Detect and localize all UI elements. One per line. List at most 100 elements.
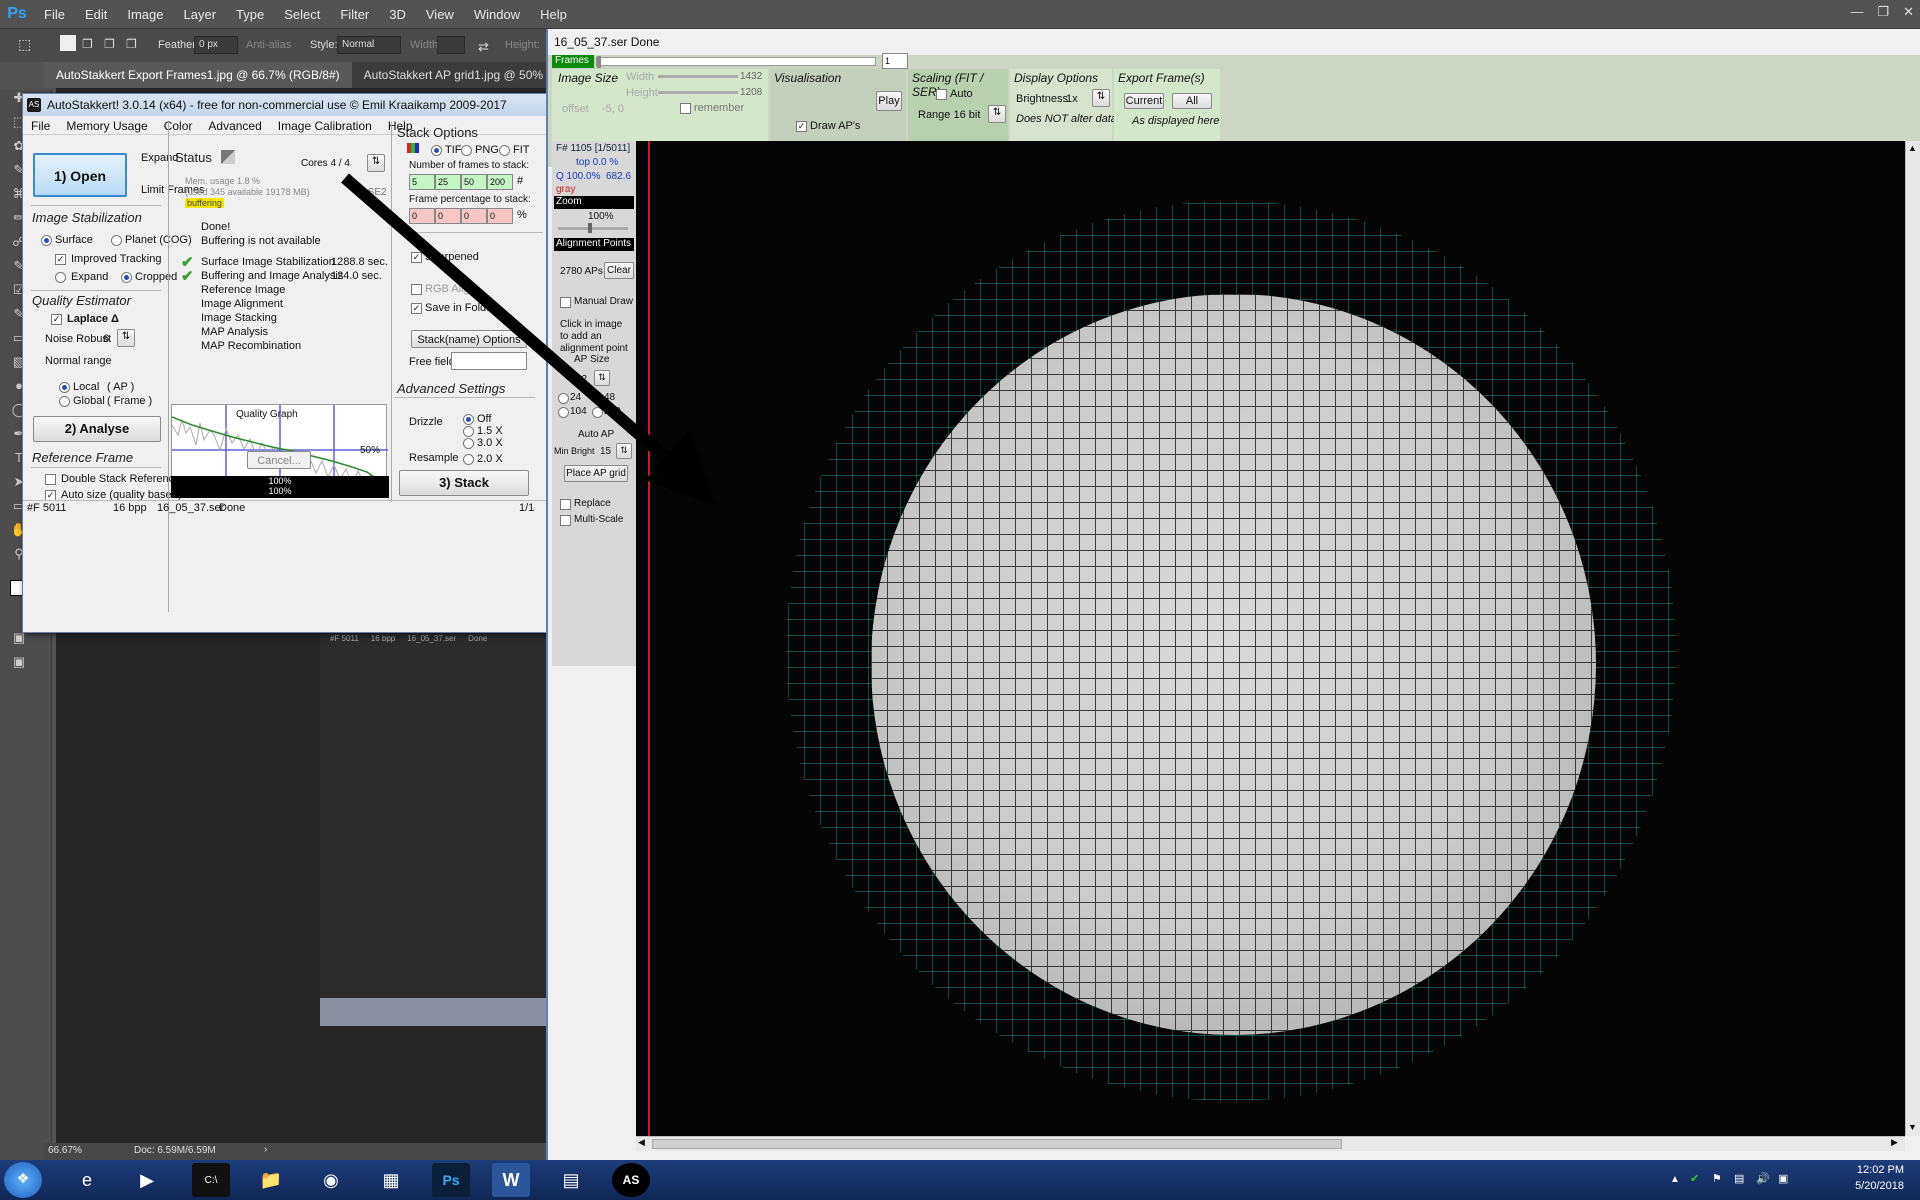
tab-export-frames[interactable]: AutoStakkert Export Frames1.jpg @ 66.7% … (44, 62, 352, 88)
free-field-input[interactable] (451, 352, 527, 370)
menu-image[interactable]: Image (117, 7, 173, 22)
tray-volume-icon[interactable]: 🔊 (1756, 1172, 1770, 1185)
replace-checkbox[interactable] (560, 499, 571, 510)
menu-view[interactable]: View (416, 7, 464, 22)
scaling-range-spinner-icon[interactable]: ⇅ (988, 105, 1006, 123)
zoom-level[interactable]: 66.67% (48, 1145, 82, 1156)
expand-radio[interactable] (55, 272, 66, 283)
ap-size-104-radio[interactable] (558, 407, 569, 418)
command-prompt-icon[interactable]: C:\ (192, 1163, 230, 1197)
surface-radio[interactable] (41, 235, 52, 246)
frames-input-2[interactable]: 25 (435, 174, 461, 190)
laplace-checkbox[interactable]: ✓ (51, 314, 62, 325)
autostakkert-taskbar-icon[interactable]: AS (612, 1163, 650, 1197)
drizzle-15-radio[interactable] (463, 426, 474, 437)
new-selection-icon[interactable] (60, 35, 76, 51)
play-button[interactable]: Play (876, 91, 902, 111)
menu-filter[interactable]: Filter (330, 7, 379, 22)
horizontal-scroll-thumb[interactable] (652, 1139, 1342, 1149)
zoom-slider[interactable] (558, 223, 628, 233)
place-ap-grid-button[interactable]: Place AP grid (564, 465, 628, 482)
style-select[interactable]: Normal (337, 36, 401, 54)
cropped-radio[interactable] (121, 272, 132, 283)
word-icon[interactable]: W (492, 1163, 530, 1197)
save-in-folders-checkbox[interactable]: ✓ (411, 303, 422, 314)
menu-window[interactable]: Window (464, 7, 530, 22)
export-current-button[interactable]: Current (1124, 93, 1164, 109)
width-input[interactable] (437, 36, 465, 54)
stack-button[interactable]: 3) Stack (399, 470, 529, 496)
calculator-icon[interactable]: ▦ (372, 1163, 410, 1197)
open-button[interactable]: 1) Open (33, 153, 127, 197)
frame-number-input[interactable]: 1 (882, 53, 908, 69)
ap-size-spinner-icon[interactable]: ⇅ (594, 370, 610, 386)
as-menu-image-calibration[interactable]: Image Calibration (270, 117, 380, 134)
as-menu-memory-usage[interactable]: Memory Usage (58, 117, 155, 134)
scroll-left-icon[interactable]: ◀ (638, 1137, 645, 1148)
percentage-input-3[interactable]: 0 (461, 208, 487, 224)
ap-size-24-radio[interactable] (558, 393, 569, 404)
frames-input-4[interactable]: 200 (487, 174, 513, 190)
scroll-right-icon[interactable]: ▶ (1891, 1137, 1898, 1148)
drizzle-off-radio[interactable] (463, 414, 474, 425)
as-menu-advanced[interactable]: Advanced (200, 117, 269, 134)
drizzle-30-radio[interactable] (463, 438, 474, 449)
cores-spinner-icon[interactable]: ⇅ (367, 154, 385, 172)
menu-help[interactable]: Help (530, 7, 577, 22)
photoshop-taskbar-icon[interactable]: Ps (432, 1163, 470, 1197)
media-player-icon[interactable]: ▶ (128, 1163, 166, 1197)
tray-check-icon[interactable]: ✔ (1690, 1172, 1699, 1185)
frames-input-3[interactable]: 50 (461, 174, 487, 190)
minimize-icon[interactable]: — (1850, 4, 1863, 20)
scroll-down-icon[interactable]: ▼ (1908, 1122, 1917, 1132)
analyse-button[interactable]: 2) Analyse (33, 416, 161, 442)
tif-radio[interactable] (431, 145, 442, 156)
start-button[interactable]: ❖ (4, 1162, 42, 1198)
intersect-selection-icon[interactable]: ❐ (126, 37, 137, 51)
tray-expand-icon[interactable]: ▲ (1670, 1174, 1680, 1185)
menu-edit[interactable]: Edit (75, 7, 117, 22)
menu-file[interactable]: File (34, 7, 75, 22)
rgb-align-checkbox[interactable] (411, 284, 422, 295)
brightness-spinner-icon[interactable]: ⇅ (1092, 89, 1110, 107)
feather-input[interactable]: 0 px (194, 36, 238, 54)
close-icon[interactable]: ✕ (1903, 4, 1914, 20)
width-slider[interactable] (658, 75, 738, 78)
percentage-input-4[interactable]: 0 (487, 208, 513, 224)
scaling-auto-checkbox[interactable] (936, 89, 947, 100)
double-stack-checkbox[interactable] (45, 474, 56, 485)
frames-input-1[interactable]: 5 (409, 174, 435, 190)
draw-aps-checkbox[interactable]: ✓ (796, 121, 807, 132)
ap-size-48-radio[interactable] (592, 393, 603, 404)
global-radio[interactable] (59, 396, 70, 407)
frames-slider[interactable] (596, 56, 876, 68)
min-bright-spinner-icon[interactable]: ⇅ (616, 443, 632, 459)
chrome-icon[interactable]: ◉ (312, 1163, 350, 1197)
cancel-button[interactable]: Cancel... (247, 451, 311, 469)
tray-date[interactable]: 5/20/2018 (1804, 1180, 1904, 1192)
restore-icon[interactable]: ❐ (1877, 4, 1889, 20)
tray-flag-icon[interactable]: ⚑ (1712, 1172, 1722, 1185)
tray-time[interactable]: 12:02 PM (1804, 1164, 1904, 1176)
remember-checkbox[interactable] (680, 103, 691, 114)
screen-mode-icon[interactable]: ▣ (10, 654, 28, 672)
tray-network-icon[interactable]: ▤ (1734, 1172, 1744, 1185)
height-slider[interactable] (658, 91, 738, 94)
resample-20-radio[interactable] (463, 454, 474, 465)
noise-robust-spinner-icon[interactable]: ⇅ (117, 329, 135, 347)
frames-slider-handle[interactable] (597, 56, 601, 68)
internet-explorer-icon[interactable]: e (68, 1163, 106, 1197)
menu-select[interactable]: Select (274, 7, 330, 22)
horizontal-scrollbar[interactable]: ◀ ▶ (636, 1136, 1905, 1151)
menu-3d[interactable]: 3D (379, 7, 416, 22)
sharpened-checkbox[interactable]: ✓ (411, 252, 422, 263)
subtract-selection-icon[interactable]: ❐ (104, 37, 115, 51)
local-radio[interactable] (59, 382, 70, 393)
status-arrow-icon[interactable]: › (264, 1144, 267, 1155)
marquee-tool-icon[interactable]: ⬚ (18, 36, 31, 53)
expand-link[interactable]: Expand (141, 152, 178, 164)
clear-aps-button[interactable]: Clear (604, 262, 634, 279)
swap-icon[interactable]: ⇄ (478, 39, 489, 55)
manual-draw-checkbox[interactable] (560, 297, 571, 308)
as-menu-color[interactable]: Color (156, 117, 201, 134)
